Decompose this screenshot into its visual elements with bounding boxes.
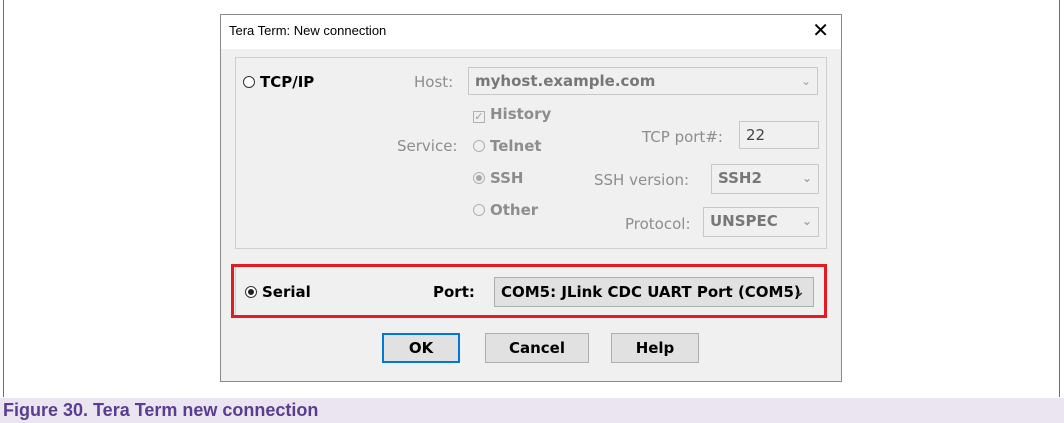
other-label: Other	[490, 201, 539, 219]
port-select[interactable]: COM5: JLink CDC UART Port (COM5) ⌄	[494, 277, 814, 307]
chevron-down-icon[interactable]: ⌄	[802, 208, 812, 234]
service-other-radio[interactable]: Other	[473, 201, 538, 219]
other-radio-icon[interactable]	[473, 204, 485, 216]
cancel-button[interactable]: Cancel	[485, 333, 589, 363]
tcp-port-input[interactable]: 22	[739, 121, 819, 149]
service-telnet-radio[interactable]: Telnet	[473, 137, 542, 155]
protocol-value: UNSPEC	[710, 212, 778, 230]
host-input[interactable]: myhost.example.com ⌄	[468, 67, 818, 95]
host-value: myhost.example.com	[475, 72, 656, 90]
chevron-down-icon[interactable]: ⌄	[802, 165, 812, 191]
figure-caption: Figure 30. Tera Term new connection	[0, 398, 1064, 423]
ssh-label: SSH	[490, 169, 524, 187]
host-label: Host:	[414, 73, 454, 91]
ssh-version-value: SSH2	[718, 169, 762, 187]
help-button[interactable]: Help	[611, 333, 699, 363]
history-checkbox[interactable]: ✓ History	[473, 105, 551, 123]
port-label: Port:	[433, 283, 475, 301]
tcpip-radio[interactable]: TCP/IP	[243, 73, 314, 91]
protocol-label: Protocol:	[625, 215, 691, 233]
tcp-port-label: TCP port#:	[642, 128, 723, 146]
serial-radio-icon[interactable]	[245, 286, 257, 298]
chevron-down-icon[interactable]: ⌄	[793, 278, 805, 306]
new-connection-dialog: Tera Term: New connection ✕ TCP/IP Host:…	[220, 14, 842, 382]
port-value: COM5: JLink CDC UART Port (COM5)	[501, 283, 801, 301]
tcp-port-value: 22	[746, 126, 766, 144]
tcpip-radio-label: TCP/IP	[260, 73, 315, 91]
serial-radio-label: Serial	[262, 283, 311, 301]
protocol-select[interactable]: UNSPEC ⌄	[703, 207, 819, 237]
ok-button[interactable]: OK	[382, 333, 460, 363]
chevron-down-icon[interactable]: ⌄	[801, 68, 811, 94]
history-label: History	[490, 105, 552, 123]
service-ssh-radio[interactable]: SSH	[473, 169, 524, 187]
dialog-title: Tera Term: New connection	[229, 23, 387, 38]
ssh-radio-icon[interactable]	[473, 172, 485, 184]
serial-radio[interactable]: Serial	[245, 283, 311, 301]
title-bar: Tera Term: New connection ✕	[221, 15, 841, 49]
tcpip-radio-icon[interactable]	[243, 76, 255, 88]
check-icon[interactable]: ✓	[473, 111, 485, 123]
ssh-version-label: SSH version:	[594, 171, 690, 189]
ssh-version-select[interactable]: SSH2 ⌄	[711, 164, 819, 194]
telnet-radio-icon[interactable]	[473, 140, 485, 152]
telnet-label: Telnet	[490, 137, 542, 155]
service-label: Service:	[397, 137, 458, 155]
close-icon[interactable]: ✕	[812, 20, 829, 40]
